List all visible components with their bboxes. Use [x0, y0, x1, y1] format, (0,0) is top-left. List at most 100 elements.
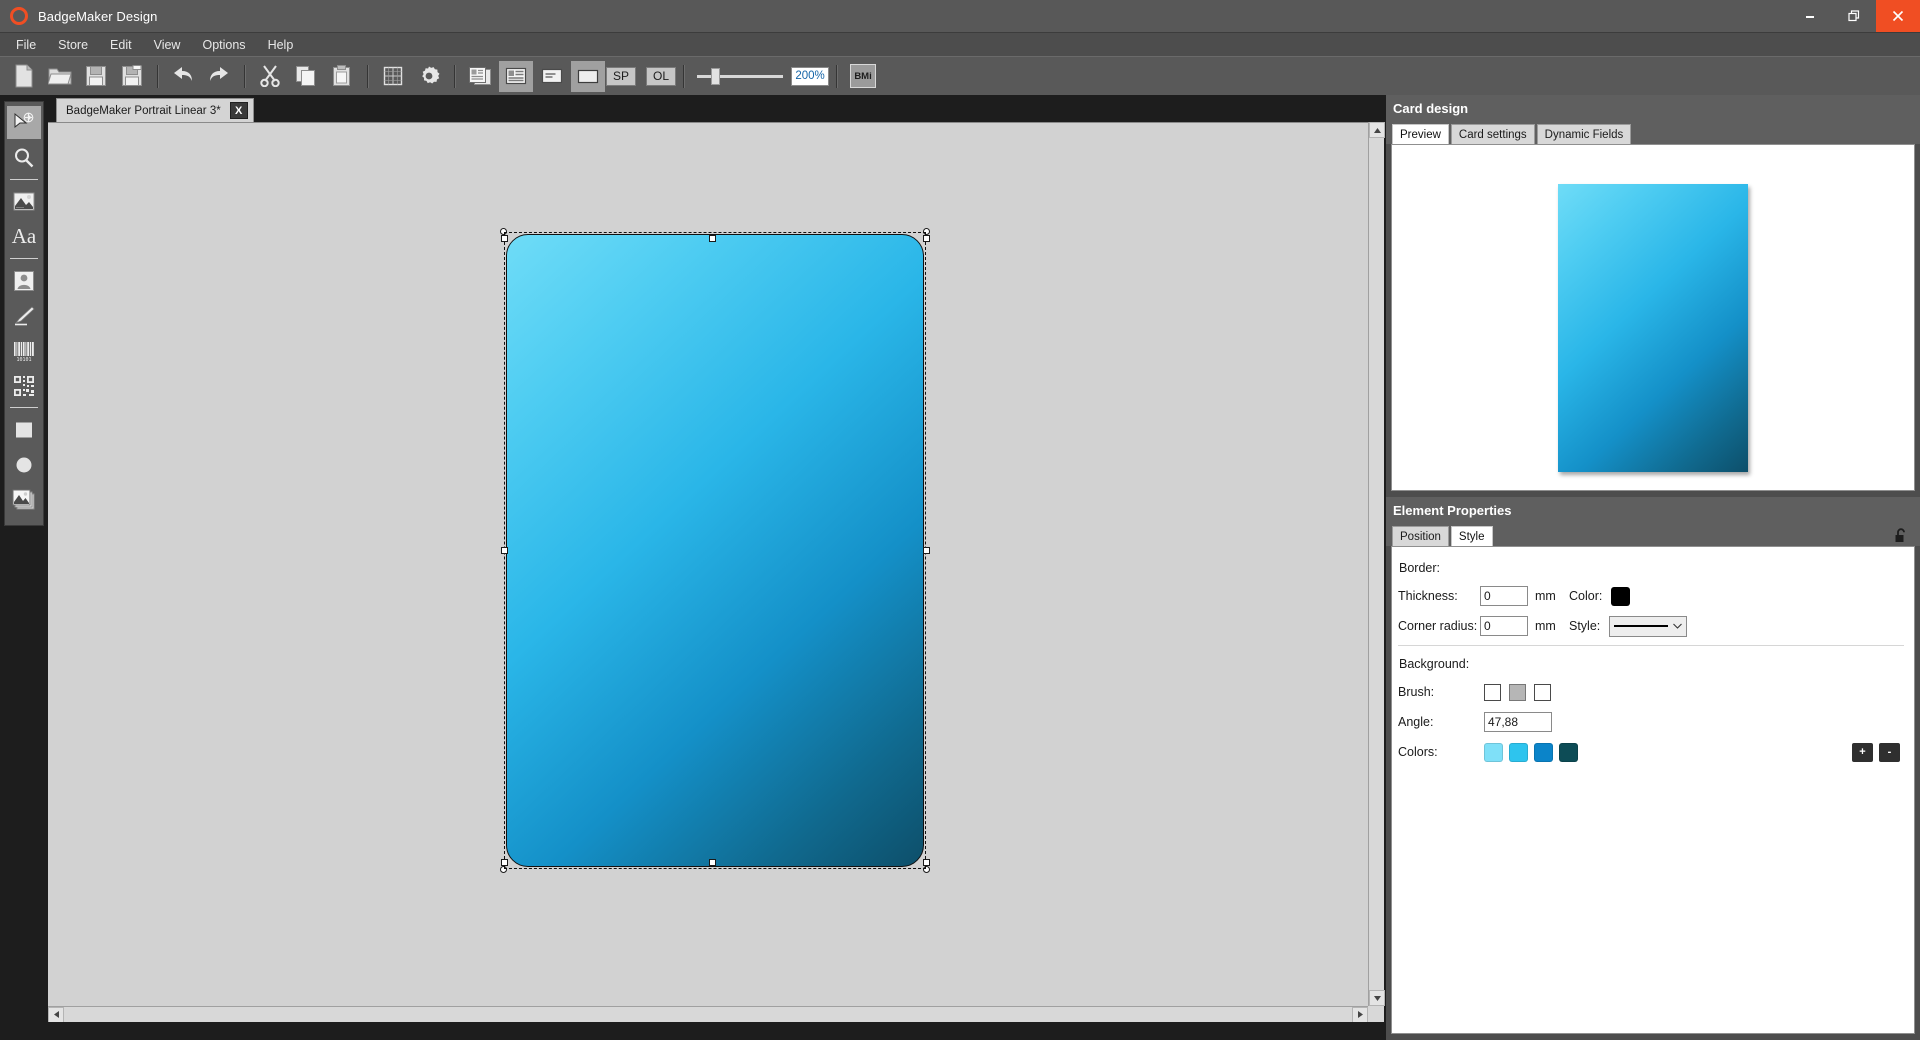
- border-color-swatch[interactable]: [1611, 587, 1630, 606]
- canvas-horizontal-scrollbar[interactable]: [48, 1006, 1368, 1022]
- signature-tool[interactable]: [7, 299, 41, 332]
- undo-icon[interactable]: [166, 61, 200, 92]
- zoom-tool[interactable]: [7, 141, 41, 174]
- corner-radius-input[interactable]: 0: [1480, 616, 1528, 636]
- layout-front-back-icon[interactable]: [463, 61, 497, 92]
- grid-icon[interactable]: [376, 61, 410, 92]
- chevron-down-icon: [1673, 623, 1682, 629]
- tab-position[interactable]: Position: [1392, 526, 1449, 546]
- scroll-up-icon[interactable]: [1369, 122, 1385, 138]
- resize-handle-bottom-right[interactable]: [923, 859, 930, 866]
- menu-options[interactable]: Options: [192, 35, 255, 55]
- text-tool-glyph: Aa: [12, 226, 37, 247]
- element-properties-title: Element Properties: [1393, 503, 1512, 518]
- redo-icon[interactable]: [202, 61, 236, 92]
- resize-handle-bottom-left[interactable]: [501, 859, 508, 866]
- zoom-level-input[interactable]: 200%: [791, 67, 829, 86]
- card-preview-area: [1391, 144, 1915, 491]
- canvas-vertical-scrollbar[interactable]: [1368, 122, 1384, 1006]
- document-tab-label: BadgeMaker Portrait Linear 3*: [66, 105, 221, 117]
- barcode-tool[interactable]: 10101: [7, 334, 41, 367]
- layout-front-icon[interactable]: [499, 61, 533, 92]
- card-preview-thumbnail: [1558, 184, 1748, 472]
- tab-dynamic-fields[interactable]: Dynamic Fields: [1537, 124, 1632, 144]
- document-tab-close-icon[interactable]: X: [230, 102, 248, 119]
- element-properties-header: Element Properties: [1386, 497, 1920, 524]
- resize-handle-middle-right[interactable]: [923, 547, 930, 554]
- layout-back-icon[interactable]: [535, 61, 569, 92]
- title-bar: BadgeMaker Design: [0, 0, 1920, 32]
- select-move-tool[interactable]: [7, 106, 41, 139]
- open-icon[interactable]: [43, 61, 77, 92]
- copy-icon[interactable]: [289, 61, 323, 92]
- menu-file[interactable]: File: [6, 35, 46, 55]
- brush-label: Brush:: [1398, 685, 1480, 699]
- text-tool[interactable]: Aa: [7, 220, 41, 253]
- document-tab[interactable]: BadgeMaker Portrait Linear 3* X: [56, 98, 254, 122]
- ellipse-tool[interactable]: [7, 448, 41, 481]
- layout-blank-icon[interactable]: [571, 61, 605, 92]
- menu-view[interactable]: View: [144, 35, 191, 55]
- scroll-left-icon[interactable]: [48, 1007, 64, 1023]
- menu-help[interactable]: Help: [258, 35, 304, 55]
- selected-card-element[interactable]: [500, 228, 930, 873]
- app-title: BadgeMaker Design: [38, 9, 158, 24]
- resize-handle-top-left[interactable]: [501, 235, 508, 242]
- minimize-button[interactable]: [1788, 0, 1832, 32]
- menu-store[interactable]: Store: [48, 35, 98, 55]
- settings-gear-icon[interactable]: [412, 61, 446, 92]
- cut-icon[interactable]: [253, 61, 287, 92]
- gradient-color-swatch-3[interactable]: [1534, 743, 1553, 762]
- multi-image-tool[interactable]: [7, 483, 41, 516]
- resize-handle-top-center[interactable]: [709, 235, 716, 242]
- gradient-color-swatch-1[interactable]: [1484, 743, 1503, 762]
- design-canvas[interactable]: [48, 122, 1368, 1006]
- remove-color-button[interactable]: -: [1879, 743, 1900, 762]
- resize-handle-top-right[interactable]: [923, 235, 930, 242]
- paste-icon[interactable]: [325, 61, 359, 92]
- brush-solid-button[interactable]: [1484, 684, 1501, 701]
- zoom-slider-thumb[interactable]: [711, 68, 720, 85]
- resize-handle-bottom-center[interactable]: [709, 859, 716, 866]
- tab-preview[interactable]: Preview: [1392, 124, 1449, 144]
- brush-radial-button[interactable]: [1534, 684, 1551, 701]
- scroll-down-icon[interactable]: [1369, 990, 1385, 1006]
- resize-handle-middle-left[interactable]: [501, 547, 508, 554]
- border-thickness-row: Thickness: 0 mm Color:: [1398, 585, 1914, 607]
- card-background-shape[interactable]: [506, 234, 924, 867]
- qrcode-tool[interactable]: [7, 369, 41, 402]
- brush-linear-button[interactable]: [1509, 684, 1526, 701]
- unlock-icon[interactable]: [1894, 528, 1908, 548]
- editor-bottom-padding: [48, 1022, 1384, 1040]
- image-tool[interactable]: [7, 185, 41, 218]
- workspace: Aa: [0, 95, 1920, 1040]
- corner-radius-label: Corner radius:: [1398, 619, 1480, 633]
- tab-style[interactable]: Style: [1451, 526, 1493, 546]
- scroll-right-icon[interactable]: [1352, 1007, 1368, 1023]
- gradient-color-swatch-2[interactable]: [1509, 743, 1528, 762]
- save-icon[interactable]: [79, 61, 113, 92]
- toolbar-separator: [157, 65, 158, 88]
- gradient-color-swatch-4[interactable]: [1559, 743, 1578, 762]
- angle-input[interactable]: 47,88: [1484, 712, 1552, 732]
- save-as-icon[interactable]: [115, 61, 149, 92]
- colors-label: Colors:: [1398, 745, 1480, 759]
- zoom-slider[interactable]: [697, 65, 783, 87]
- border-color-label: Color:: [1569, 589, 1602, 603]
- ol-button[interactable]: OL: [646, 67, 676, 86]
- close-button[interactable]: [1876, 0, 1920, 32]
- rectangle-tool[interactable]: [7, 413, 41, 446]
- photo-placeholder-tool[interactable]: [7, 264, 41, 297]
- document-tab-strip: BadgeMaker Portrait Linear 3* X: [48, 95, 1384, 122]
- border-style-select[interactable]: [1609, 616, 1687, 637]
- add-color-button[interactable]: +: [1852, 743, 1873, 762]
- new-icon[interactable]: [7, 61, 41, 92]
- bmi-label: BMi: [854, 71, 871, 82]
- tab-card-settings[interactable]: Card settings: [1451, 124, 1535, 144]
- restore-button[interactable]: [1832, 0, 1876, 32]
- sp-button[interactable]: SP: [606, 67, 636, 86]
- thickness-input[interactable]: 0: [1480, 586, 1528, 606]
- menu-edit[interactable]: Edit: [100, 35, 142, 55]
- bmi-button[interactable]: BMi: [850, 64, 876, 88]
- element-properties-body: Border: Thickness: 0 mm Color: Corner ra…: [1391, 546, 1915, 1034]
